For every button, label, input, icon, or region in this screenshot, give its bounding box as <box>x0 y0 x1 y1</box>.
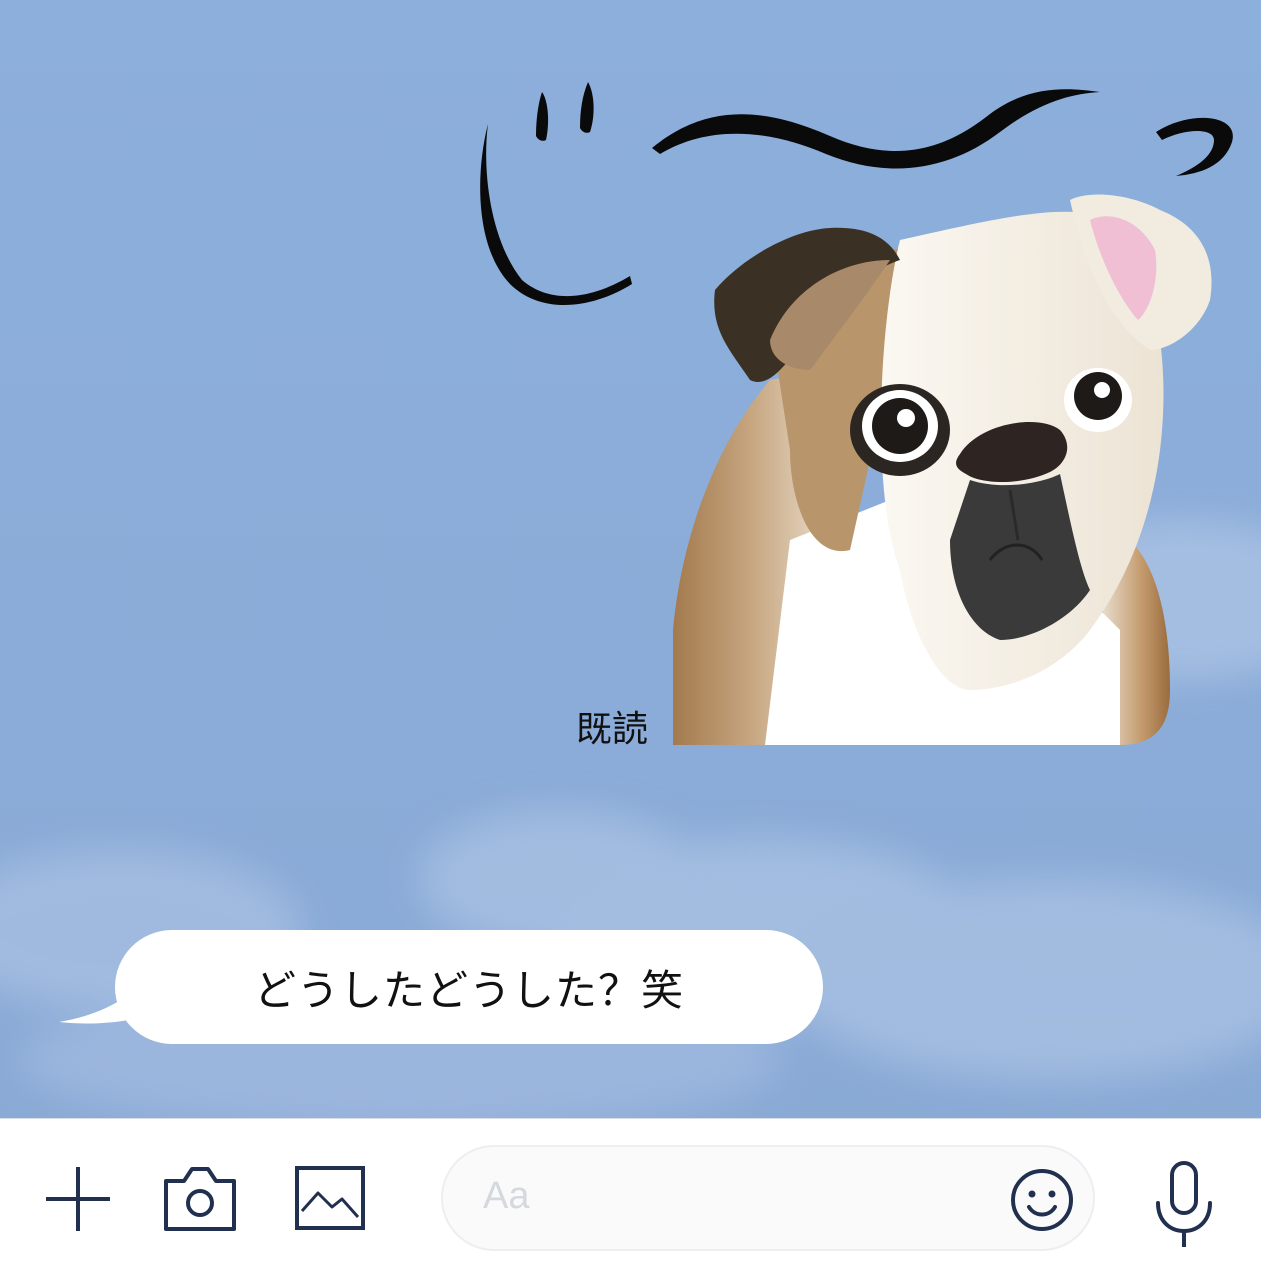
message-input[interactable]: Aa <box>441 1145 1095 1251</box>
bulldog-sticker[interactable] <box>470 70 1250 760</box>
plus-icon[interactable] <box>42 1163 114 1235</box>
message-bubble: どうしたどうした？笑 <box>115 930 823 1044</box>
message-toolbar: Aa <box>0 1118 1261 1276</box>
input-placeholder: Aa <box>483 1175 530 1217</box>
bulldog-illustration <box>673 194 1212 745</box>
image-icon[interactable] <box>294 1165 366 1231</box>
read-receipt: 既読 <box>575 709 648 750</box>
chat-area[interactable]: 既読 どうしたどうした？笑 <box>0 0 1261 1118</box>
microphone-icon[interactable] <box>1152 1159 1216 1251</box>
camera-icon[interactable] <box>162 1163 238 1233</box>
smile-icon[interactable] <box>1009 1167 1075 1233</box>
